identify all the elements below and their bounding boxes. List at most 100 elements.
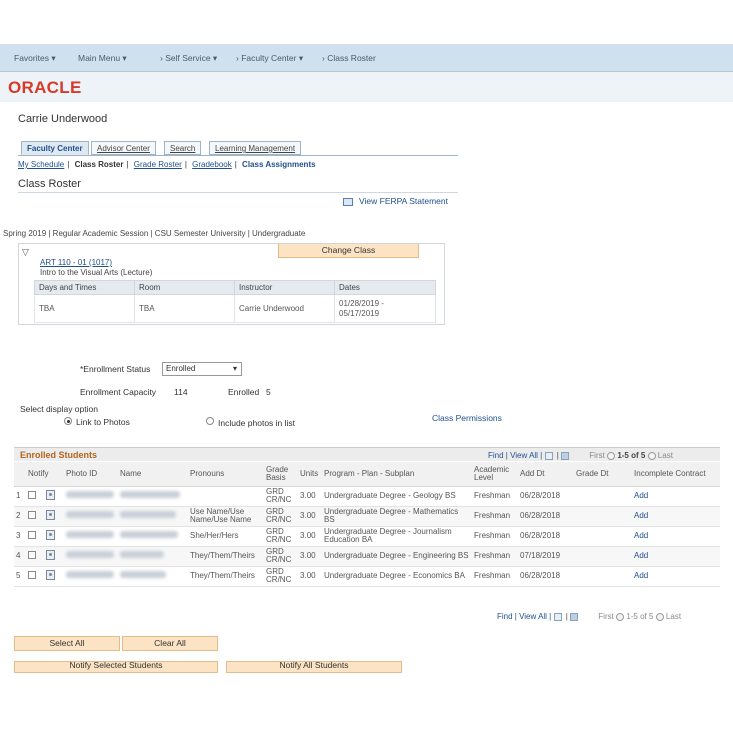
student-name[interactable] bbox=[120, 491, 181, 499]
grade-basis-cell: GRD CR/NC bbox=[264, 486, 299, 507]
grade-dt-cell bbox=[574, 506, 633, 527]
enrolled-value: 5 bbox=[266, 387, 271, 397]
cell-days-times: TBA bbox=[34, 294, 135, 323]
units-cell: 3.00 bbox=[298, 566, 323, 587]
grade-dt-cell bbox=[574, 486, 633, 507]
prev-icon[interactable] bbox=[616, 612, 625, 621]
table-row: 3 She/Her/Hers GRD CR/NC 3.00 Undergradu… bbox=[14, 526, 721, 547]
nav-first[interactable]: First bbox=[589, 451, 605, 460]
add-contract-link[interactable]: Add bbox=[634, 571, 648, 580]
class-permissions-link[interactable]: Class Permissions bbox=[432, 413, 502, 423]
nav-last-bottom[interactable]: Last bbox=[666, 612, 681, 621]
photo-icon[interactable] bbox=[46, 529, 55, 540]
notify-all-button[interactable]: Notify All Students bbox=[226, 661, 402, 673]
program-cell: Undergraduate Degree - Engineering BS bbox=[322, 546, 473, 567]
page-title: Class Roster bbox=[18, 178, 81, 190]
subnav-my-schedule[interactable]: My Schedule bbox=[18, 160, 64, 169]
breadcrumb-self-service[interactable]: › Self Service ▾ bbox=[160, 53, 217, 64]
row-number: 2 bbox=[14, 506, 26, 527]
next-icon[interactable] bbox=[655, 612, 664, 621]
photo-icon[interactable] bbox=[46, 509, 55, 520]
student-name[interactable] bbox=[120, 551, 165, 559]
favorites-menu[interactable]: Favorites ▾ bbox=[14, 53, 56, 64]
program-cell: Undergraduate Degree - Journalism Educat… bbox=[322, 526, 473, 547]
find-view-all-links-bottom[interactable]: Find | View All | bbox=[497, 612, 551, 621]
row-number: 4 bbox=[14, 546, 26, 567]
grid-title: Enrolled Students bbox=[20, 450, 98, 460]
header-units: Units bbox=[298, 462, 323, 487]
radio-link-to-photos[interactable] bbox=[64, 417, 72, 425]
notify-checkbox[interactable] bbox=[28, 530, 36, 539]
select-all-button[interactable]: Select All bbox=[14, 636, 120, 651]
student-name[interactable] bbox=[120, 571, 167, 579]
class-section-link[interactable]: ART 110 - 01 (1017) bbox=[40, 258, 112, 267]
class-description: Intro to the Visual Arts (Lecture) bbox=[40, 268, 153, 277]
grade-basis-cell: GRD CR/NC bbox=[264, 566, 299, 587]
subnav-class-assignments[interactable]: Class Assignments bbox=[242, 160, 316, 169]
subnav-class-roster: Class Roster bbox=[74, 160, 124, 169]
photo-icon[interactable] bbox=[46, 569, 55, 580]
add-contract-link[interactable]: Add bbox=[634, 531, 648, 540]
find-view-all-links[interactable]: Find | View All | bbox=[488, 451, 542, 460]
breadcrumb-class-roster[interactable]: › Class Roster bbox=[322, 53, 376, 63]
add-dt-cell: 07/18/2019 bbox=[518, 546, 575, 567]
notify-selected-button[interactable]: Notify Selected Students bbox=[14, 661, 218, 673]
row-number: 3 bbox=[14, 526, 26, 547]
add-contract-link[interactable]: Add bbox=[634, 511, 648, 520]
clear-all-button[interactable]: Clear All bbox=[122, 636, 218, 651]
subnav-gradebook[interactable]: Gradebook bbox=[192, 160, 232, 169]
grade-dt-cell bbox=[574, 546, 633, 567]
student-name[interactable] bbox=[120, 531, 179, 539]
tab-search[interactable]: Search bbox=[164, 141, 202, 155]
collapse-triangle-icon[interactable]: ▽ bbox=[22, 247, 29, 258]
dropdown-arrow-icon: ▾ bbox=[232, 364, 237, 373]
notify-checkbox[interactable] bbox=[28, 510, 36, 519]
next-icon[interactable] bbox=[647, 451, 656, 460]
tab-learning-management[interactable]: Learning Management bbox=[209, 141, 302, 155]
program-cell: Undergraduate Degree - Mathematics BS bbox=[322, 506, 473, 527]
header-name: Name bbox=[118, 462, 189, 487]
nav-first-bottom[interactable]: First bbox=[598, 612, 614, 621]
breadcrumb-faculty-center[interactable]: › Faculty Center ▾ bbox=[236, 53, 303, 64]
notify-checkbox[interactable] bbox=[28, 570, 36, 579]
table-header-row: Notify Photo ID Name Pronouns Grade Basi… bbox=[14, 462, 721, 487]
level-cell: Freshman bbox=[472, 526, 519, 547]
photo-icon[interactable] bbox=[46, 489, 55, 500]
notify-checkbox[interactable] bbox=[28, 490, 36, 499]
notify-checkbox[interactable] bbox=[28, 550, 36, 559]
level-cell: Freshman bbox=[472, 486, 519, 507]
grade-basis-cell: GRD CR/NC bbox=[264, 506, 299, 527]
zoom-icon[interactable] bbox=[553, 612, 562, 621]
subnav-grade-roster[interactable]: Grade Roster bbox=[134, 160, 182, 169]
add-contract-link[interactable]: Add bbox=[634, 491, 648, 500]
header-instructor: Instructor bbox=[234, 280, 335, 295]
level-cell: Freshman bbox=[472, 566, 519, 587]
program-cell: Undergraduate Degree - Geology BS bbox=[322, 486, 473, 507]
student-name[interactable] bbox=[120, 511, 177, 519]
enrollment-status-select[interactable]: Enrolled ▾ bbox=[162, 362, 242, 376]
main-menu[interactable]: Main Menu ▾ bbox=[78, 53, 127, 64]
oracle-logo: ORACLE bbox=[8, 78, 82, 97]
zoom-icon[interactable] bbox=[544, 451, 553, 460]
program-cell: Undergraduate Degree - Economics BA bbox=[322, 566, 473, 587]
photo-icon[interactable] bbox=[46, 549, 55, 560]
view-ferpa-link[interactable]: View FERPA Statement bbox=[343, 196, 448, 206]
student-id bbox=[66, 531, 115, 539]
units-cell: 3.00 bbox=[298, 506, 323, 527]
table-row: 4 They/Them/Theirs GRD CR/NC 3.00 Underg… bbox=[14, 546, 721, 567]
download-icon[interactable] bbox=[570, 612, 579, 621]
nav-last[interactable]: Last bbox=[658, 451, 673, 460]
student-id bbox=[66, 551, 115, 559]
radio-include-photos[interactable] bbox=[206, 417, 214, 425]
display-option-label: Select display option bbox=[20, 404, 98, 414]
pronouns-cell: She/Her/Hers bbox=[188, 526, 265, 547]
header-program: Program - Plan - Subplan bbox=[322, 462, 473, 487]
tab-faculty-center[interactable]: Faculty Center bbox=[21, 141, 89, 155]
units-cell: 3.00 bbox=[298, 526, 323, 547]
term-info: Spring 2019 | Regular Academic Session |… bbox=[3, 229, 306, 238]
add-contract-link[interactable]: Add bbox=[634, 551, 648, 560]
prev-icon[interactable] bbox=[607, 451, 616, 460]
header-photo-id: Photo ID bbox=[64, 462, 119, 487]
download-icon[interactable] bbox=[561, 451, 570, 460]
tab-advisor-center[interactable]: Advisor Center bbox=[91, 141, 156, 155]
